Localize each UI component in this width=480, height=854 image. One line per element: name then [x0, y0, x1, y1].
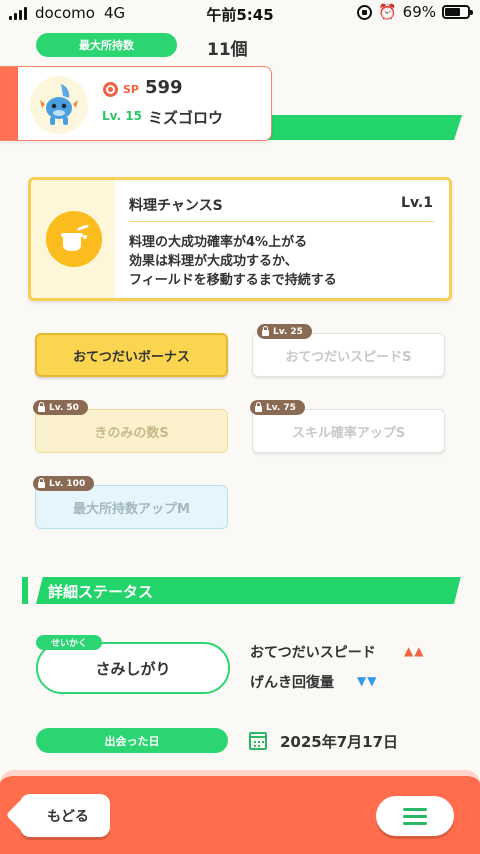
divider [129, 221, 435, 222]
rotation-lock-icon [356, 4, 372, 20]
header-stripe [240, 115, 463, 140]
pokemon-level: Lv. 15 [102, 109, 142, 123]
detail-status-header: 詳細ステータス [22, 577, 461, 604]
unlock-badge: Lv. 50 [33, 400, 88, 415]
sub-skill-2[interactable]: きのみの数S [35, 409, 228, 453]
lock-icon [255, 401, 262, 412]
battery-icon [442, 5, 473, 19]
back-button[interactable]: もどる [20, 794, 110, 837]
unlock-badge: Lv. 75 [250, 400, 305, 415]
max-inventory-value: 11個 [207, 40, 248, 60]
lock-icon [262, 325, 269, 336]
calendar-icon [249, 732, 267, 750]
unlock-badge: Lv. 100 [33, 476, 95, 491]
unlock-level: Lv. 75 [266, 402, 296, 413]
unlock-level: Lv. 25 [273, 326, 303, 337]
section-title: 詳細ステータス [48, 583, 154, 601]
pokemon-name: ミズゴロウ [148, 109, 224, 127]
menu-button[interactable] [376, 796, 454, 836]
description-line: 料理の大成功確率が4%上がる [129, 235, 308, 250]
unlock-level: Lv. 100 [49, 478, 86, 489]
down-arrows-icon: ▼▼ [357, 674, 378, 688]
pokemon-card: SP 599 Lv. 15 ミズゴロウ [0, 66, 272, 141]
status-bar: docomo 4G 午前5:45 ⏰ 69% [0, 0, 480, 28]
unlock-badge: Lv. 25 [257, 324, 312, 339]
met-date-value: 2025年7月17日 [280, 733, 399, 751]
up-arrows-icon: ▲▲ [404, 644, 425, 658]
sub-skill-0[interactable]: おてつだいボーナス [35, 333, 228, 377]
main-skill-card[interactable]: 料理チャンスS Lv.1 料理の大成功確率が4%上がる 効果は料理が大成功するか… [28, 177, 452, 301]
nature-tag: せいかく [36, 635, 102, 650]
nature-down-stat: げんき回復量 [250, 675, 334, 691]
alarm-icon: ⏰ [377, 3, 397, 21]
main-skill-level: Lv.1 [401, 195, 433, 211]
sp-value: 599 [145, 77, 183, 98]
back-label: もどる [47, 808, 89, 825]
unlock-level: Lv. 50 [49, 402, 79, 413]
lock-icon [38, 477, 45, 488]
description-line: フィールドを移動するまで持続する [129, 273, 337, 288]
pokemon-avatar [30, 76, 88, 134]
sub-skill-1[interactable]: おてつだいスピードS [252, 333, 445, 377]
max-inventory-label: 最大所持数 [36, 33, 177, 57]
mudkip-icon [40, 84, 78, 125]
nature-up-stat: おてつだいスピード [250, 645, 376, 661]
lock-icon [38, 401, 45, 412]
description-line: 効果は料理が大成功するか、 [129, 254, 298, 269]
sub-skill-3[interactable]: スキル確率アップS [252, 409, 445, 453]
battery-percent: 69% [402, 3, 436, 21]
main-skill-name: 料理チャンスS [129, 198, 223, 214]
met-date-label: 出会った日 [36, 728, 228, 753]
cooking-pot-icon [46, 211, 102, 267]
sp-label: SP [123, 83, 139, 96]
main-skill-description: 料理の大成功確率が4%上がる 効果は料理が大成功するか、 フィールドを移動するま… [129, 233, 337, 290]
sub-skill-4[interactable]: 最大所持数アップM [35, 485, 228, 529]
menu-icon [403, 807, 427, 811]
sp-icon [103, 82, 118, 97]
